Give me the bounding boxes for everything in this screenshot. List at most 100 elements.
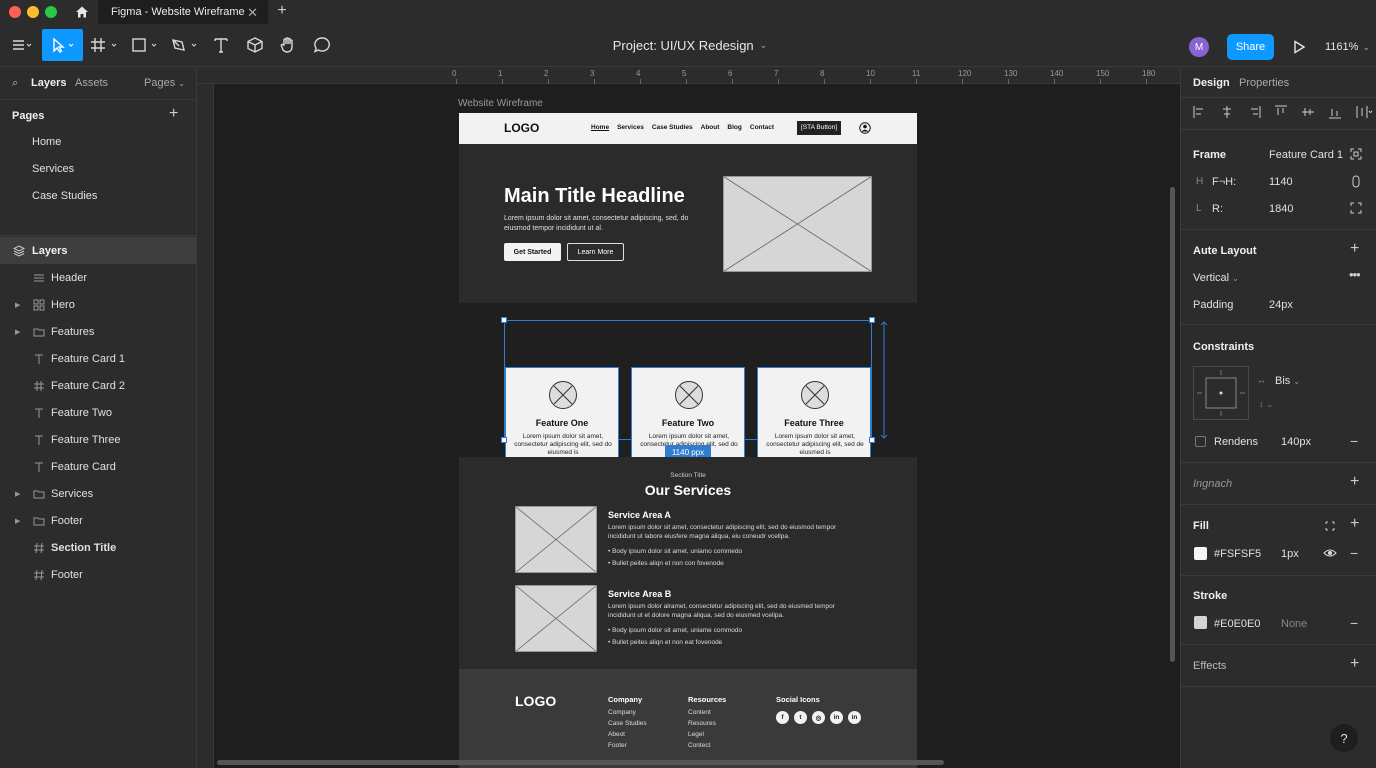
- selection-handle[interactable]: [501, 317, 507, 323]
- rendens-value[interactable]: 140px: [1281, 436, 1311, 448]
- instagram-icon[interactable]: ◎: [812, 711, 825, 724]
- align-center-icon[interactable]: [1220, 105, 1234, 119]
- avatar[interactable]: M: [1189, 37, 1209, 57]
- share-button[interactable]: Share: [1227, 34, 1274, 60]
- twitter-icon[interactable]: t: [794, 711, 807, 724]
- tab-assets[interactable]: Assets: [75, 77, 108, 89]
- footer-link[interactable]: Case Studies: [608, 720, 647, 727]
- align-middle-icon[interactable]: [1301, 105, 1315, 119]
- add-auto-layout-button[interactable]: +: [1350, 240, 1359, 258]
- fill-size-value[interactable]: 1px: [1281, 548, 1299, 560]
- layer-item[interactable]: ▶ Hero: [0, 291, 196, 318]
- layer-item[interactable]: Header: [0, 264, 196, 291]
- close-tab-icon[interactable]: ✕: [247, 5, 258, 21]
- new-tab-button[interactable]: +: [272, 2, 292, 22]
- get-started-button[interactable]: Get Started: [504, 243, 561, 261]
- horizontal-constraint-dropdown[interactable]: Bis ⌄: [1275, 375, 1300, 387]
- wf-footer[interactable]: LOGO Company Company Case Studies Abeot Foot…: [459, 669, 917, 768]
- wf-nav-item[interactable]: Contact: [750, 124, 774, 131]
- linkedin-icon[interactable]: in: [848, 711, 861, 724]
- layer-item[interactable]: Footer: [0, 561, 196, 588]
- layer-item[interactable]: Feature Card: [0, 453, 196, 480]
- present-button[interactable]: [1288, 36, 1310, 58]
- wf-nav-item[interactable]: About: [701, 124, 720, 131]
- constrain-proportions-icon[interactable]: [1352, 175, 1360, 188]
- hand-tool-button[interactable]: [272, 29, 304, 61]
- search-icon[interactable]: ⌕: [12, 77, 18, 90]
- constraints-widget[interactable]: [1193, 366, 1249, 420]
- layer-item[interactable]: ▶ Footer: [0, 507, 196, 534]
- add-effect-button[interactable]: +: [1350, 655, 1359, 673]
- wf-hero[interactable]: Main Title Headline Lorem ipsum dolor si…: [459, 144, 917, 303]
- learn-more-button[interactable]: Learn More: [567, 243, 624, 261]
- document-tab[interactable]: Figma - Website Wireframe ✕: [98, 0, 268, 24]
- height-value[interactable]: 1140: [1269, 176, 1293, 188]
- eye-icon[interactable]: [1323, 548, 1337, 558]
- help-button[interactable]: ?: [1330, 724, 1358, 752]
- wireframe-frame[interactable]: LOGO Home Services Case Studies About Blog Co…: [459, 113, 917, 768]
- selection-handle[interactable]: [869, 317, 875, 323]
- tab-design[interactable]: Design: [1193, 77, 1230, 89]
- canvas[interactable]: 0 1 2 3 4 5 6 7 8 10 11 120 130 140 150 180 0 50 40 60 100 1…: [197, 67, 1180, 768]
- frame-tool-button[interactable]: [88, 29, 122, 61]
- layers-section-header[interactable]: Layers: [0, 237, 196, 264]
- tab-layers[interactable]: Layers: [31, 77, 66, 89]
- horizontal-scrollbar[interactable]: [217, 760, 944, 765]
- footer-link[interactable]: Abeot: [608, 731, 625, 738]
- align-bottom-icon[interactable]: [1328, 105, 1342, 119]
- expand-arrow-icon[interactable]: ▶: [15, 490, 20, 498]
- layer-item[interactable]: Section Title: [0, 534, 196, 561]
- rendens-checkbox[interactable]: [1195, 436, 1206, 447]
- wf-nav-item[interactable]: Services: [617, 124, 644, 131]
- footer-link[interactable]: Contect: [688, 742, 710, 749]
- footer-link[interactable]: Resoures: [688, 720, 716, 727]
- close-window-button[interactable]: [9, 6, 21, 18]
- align-top-icon[interactable]: [1274, 105, 1288, 119]
- resources-tool-button[interactable]: [240, 29, 270, 61]
- linkedin-icon[interactable]: in: [830, 711, 843, 724]
- selection-handle[interactable]: [869, 437, 875, 443]
- layer-item[interactable]: Feature Three: [0, 426, 196, 453]
- expand-arrow-icon[interactable]: ▶: [15, 301, 20, 309]
- stroke-color-value[interactable]: #E0E0E0: [1214, 618, 1260, 630]
- page-item[interactable]: Case Studies: [0, 182, 196, 209]
- styles-grid-icon[interactable]: [1324, 520, 1336, 532]
- remove-icon[interactable]: −: [1350, 433, 1358, 449]
- pen-tool-button[interactable]: [168, 29, 202, 61]
- wf-services[interactable]: Section Title Our Services Service Area …: [459, 457, 917, 669]
- move-tool-button[interactable]: [42, 29, 83, 61]
- rotation-value[interactable]: 1840: [1269, 203, 1293, 215]
- align-left-icon[interactable]: [1193, 105, 1207, 119]
- wf-header[interactable]: LOGO Home Services Case Studies About Blog Co…: [459, 113, 917, 144]
- layer-item[interactable]: ▶ Features: [0, 318, 196, 345]
- home-icon[interactable]: [66, 0, 98, 24]
- footer-link[interactable]: Content: [688, 709, 711, 716]
- direction-dropdown[interactable]: Vertical ⌄: [1193, 272, 1239, 284]
- expand-arrow-icon[interactable]: ▶: [15, 517, 20, 525]
- align-right-icon[interactable]: [1247, 105, 1261, 119]
- fill-color-value[interactable]: #FSFSF5: [1214, 548, 1261, 560]
- wf-nav-item[interactable]: Blog: [727, 124, 741, 131]
- add-icon[interactable]: +: [1350, 473, 1359, 491]
- fill-swatch[interactable]: [1194, 547, 1207, 560]
- layer-item[interactable]: Feature Card 2: [0, 372, 196, 399]
- add-page-button[interactable]: +: [169, 105, 178, 123]
- zoom-dropdown[interactable]: 1161% ⌄: [1325, 38, 1370, 56]
- minimize-window-button[interactable]: [27, 6, 39, 18]
- distribute-icon[interactable]: [1355, 105, 1373, 119]
- facebook-icon[interactable]: f: [776, 711, 789, 724]
- add-fill-button[interactable]: +: [1350, 515, 1359, 533]
- tab-properties[interactable]: Properties: [1239, 77, 1289, 89]
- remove-stroke-icon[interactable]: −: [1350, 615, 1358, 631]
- comment-tool-button[interactable]: [306, 29, 338, 61]
- wf-nav-item[interactable]: Case Studies: [652, 124, 693, 131]
- footer-link[interactable]: Footer: [608, 742, 627, 749]
- page-item[interactable]: Services: [0, 155, 196, 182]
- remove-fill-icon[interactable]: −: [1350, 545, 1358, 561]
- project-title-dropdown[interactable]: Project: UI/UX Redesign ⌄: [560, 24, 820, 67]
- maximize-window-button[interactable]: [45, 6, 57, 18]
- user-icon[interactable]: [859, 122, 871, 134]
- expand-arrow-icon[interactable]: ▶: [15, 328, 20, 336]
- wf-nav-item[interactable]: Home: [591, 124, 609, 131]
- padding-value[interactable]: 24px: [1269, 299, 1293, 311]
